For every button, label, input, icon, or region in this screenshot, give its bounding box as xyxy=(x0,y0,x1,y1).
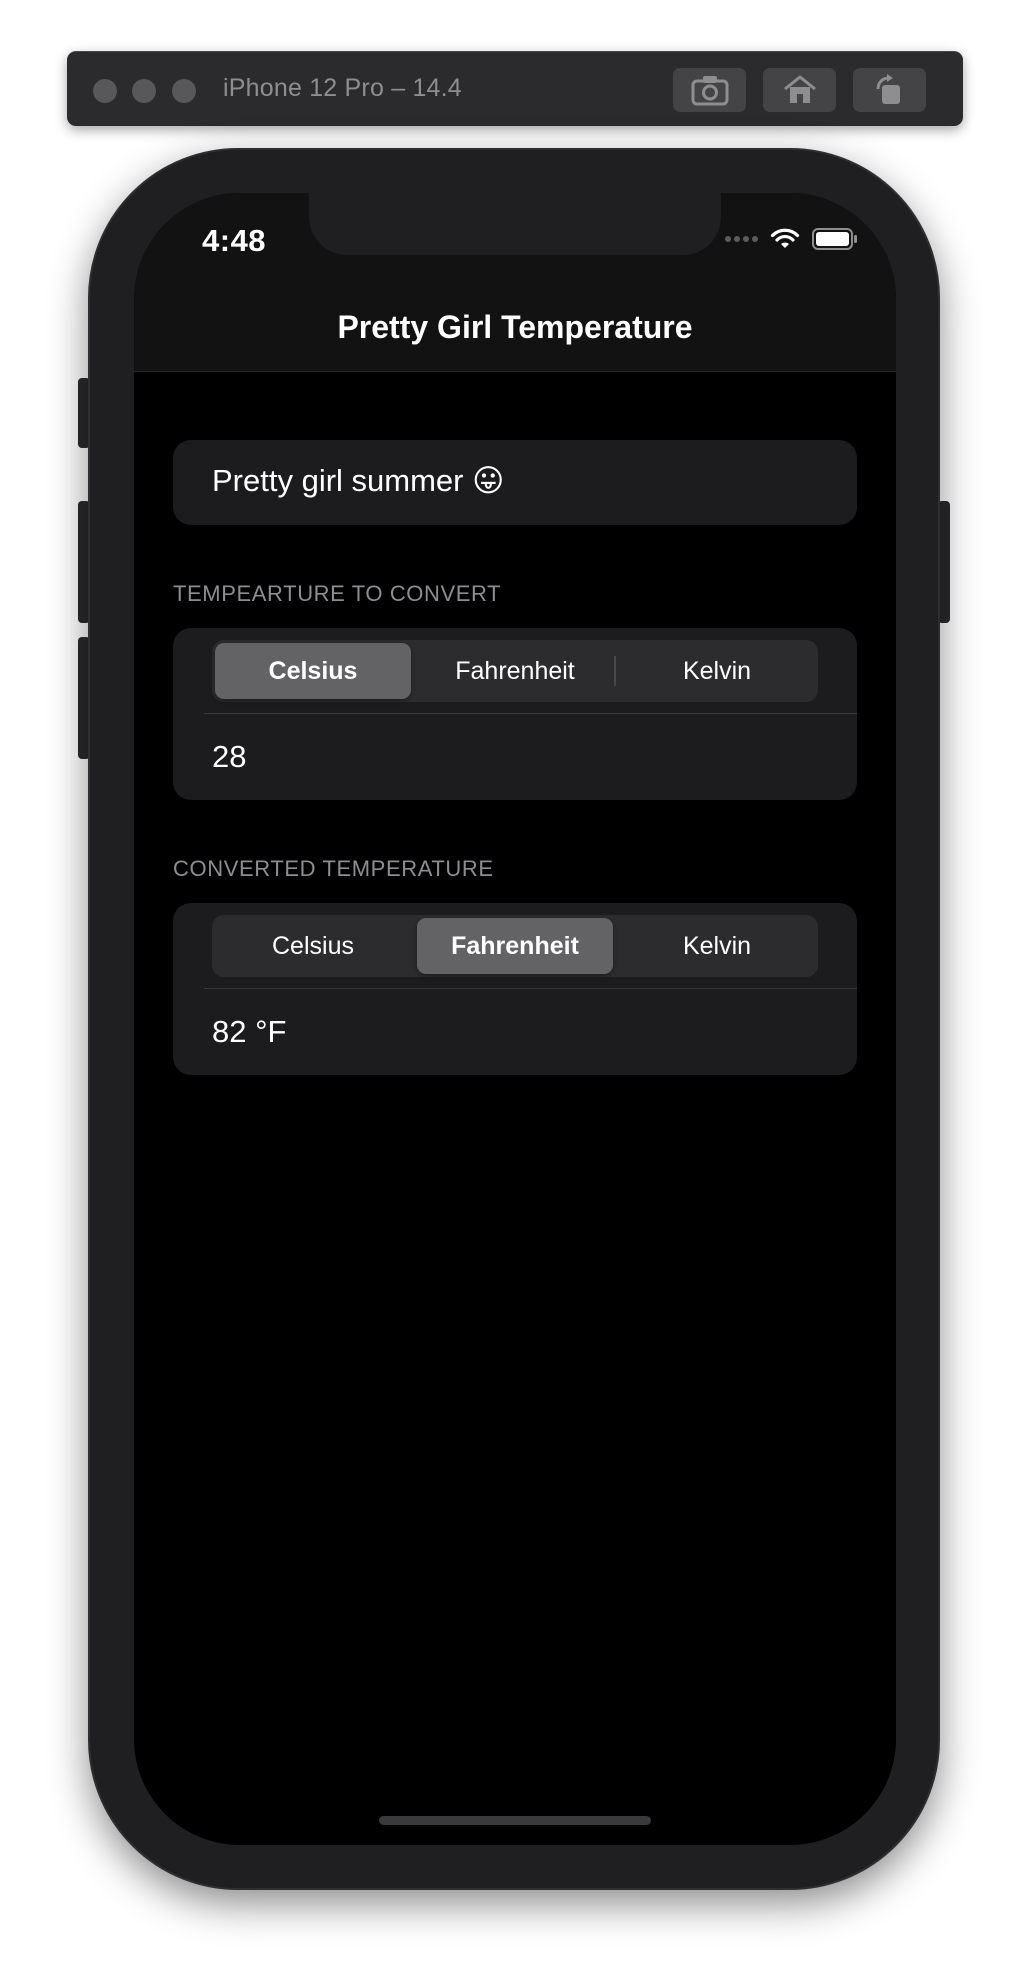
wifi-icon xyxy=(770,228,800,248)
output-unit-celsius[interactable]: Celsius xyxy=(215,918,411,974)
notch xyxy=(309,193,721,255)
input-unit-fahrenheit[interactable]: Fahrenheit xyxy=(417,643,613,699)
input-section-header: TEMPEARTURE TO CONVERT xyxy=(173,581,502,606)
row-divider xyxy=(204,713,857,714)
home-icon xyxy=(783,75,816,103)
name-text-field[interactable]: Pretty girl summer 😛 xyxy=(173,440,857,525)
screenshot-button[interactable] xyxy=(673,68,746,112)
status-icons xyxy=(724,227,858,251)
input-unit-segmented-control[interactable]: Celsius Fahrenheit Kelvin xyxy=(212,640,818,702)
device-screen: 4:48 Pretty Girl Temperature Pretty girl xyxy=(134,193,896,1845)
output-section-header: CONVERTED TEMPERATURE xyxy=(173,856,494,881)
input-temperature-field[interactable]: 28 xyxy=(212,739,246,775)
close-window-button[interactable] xyxy=(93,79,117,103)
home-indicator[interactable] xyxy=(379,1816,651,1825)
zoom-window-button[interactable] xyxy=(172,79,196,103)
converted-temperature-value: 82 °F xyxy=(212,1014,287,1049)
home-button[interactable] xyxy=(763,68,836,112)
rotate-icon xyxy=(876,74,900,104)
output-unit-fahrenheit[interactable]: Fahrenheit xyxy=(417,918,613,974)
navigation-bar: 4:48 Pretty Girl Temperature xyxy=(134,193,896,372)
simulator-device-title: iPhone 12 Pro – 14.4 xyxy=(223,74,462,102)
input-section-card: Celsius Fahrenheit Kelvin 28 xyxy=(173,628,857,800)
minimize-window-button[interactable] xyxy=(132,79,156,103)
segment-divider xyxy=(614,656,616,686)
rotate-button[interactable] xyxy=(853,68,926,112)
input-unit-kelvin[interactable]: Kelvin xyxy=(619,643,815,699)
output-unit-segmented-control[interactable]: Celsius Fahrenheit Kelvin xyxy=(212,915,818,977)
name-field-value: Pretty girl summer 😛 xyxy=(212,463,505,498)
simulator-toolbar: iPhone 12 Pro – 14.4 xyxy=(67,51,963,126)
screenshot-icon xyxy=(691,76,728,106)
row-divider xyxy=(204,988,857,989)
output-unit-kelvin[interactable]: Kelvin xyxy=(619,918,815,974)
battery-icon xyxy=(812,228,857,250)
output-section-card: Celsius Fahrenheit Kelvin 82 °F xyxy=(173,903,857,1075)
input-unit-celsius[interactable]: Celsius xyxy=(215,643,411,699)
page-title: Pretty Girl Temperature xyxy=(337,309,693,345)
status-time: 4:48 xyxy=(202,223,267,258)
cellular-dots-icon xyxy=(725,236,758,242)
